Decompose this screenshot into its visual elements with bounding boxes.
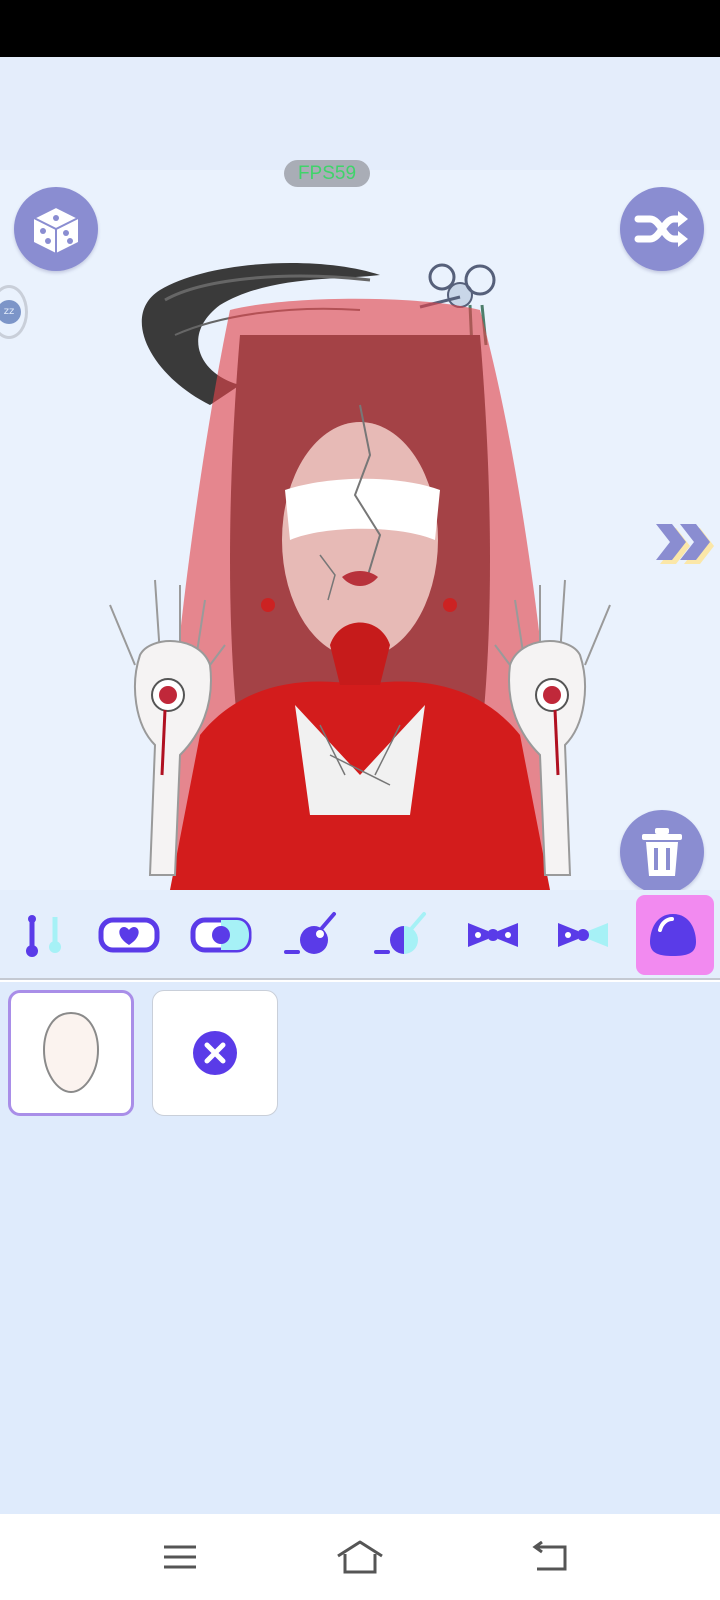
back-button[interactable] bbox=[520, 1534, 580, 1580]
back-icon bbox=[532, 1541, 567, 1571]
blob-icon bbox=[650, 914, 696, 956]
next-panel-icon[interactable] bbox=[650, 520, 714, 564]
tab-eye-shine[interactable] bbox=[270, 890, 352, 980]
drop-icon bbox=[284, 912, 336, 954]
face-outline-icon bbox=[42, 1011, 100, 1094]
status-bar bbox=[0, 0, 720, 57]
character-illustration bbox=[109, 263, 611, 890]
menu-button[interactable] bbox=[150, 1534, 210, 1580]
top-strip bbox=[0, 57, 720, 170]
none-option[interactable] bbox=[152, 990, 278, 1116]
tab-heart-blush[interactable] bbox=[88, 890, 170, 980]
lash-icon bbox=[26, 915, 61, 957]
random-dice-button[interactable] bbox=[14, 187, 98, 271]
home-button[interactable] bbox=[330, 1534, 390, 1580]
delete-button[interactable] bbox=[620, 810, 704, 894]
sleep-badge: zz bbox=[0, 300, 21, 324]
fps-counter: FPS59 bbox=[284, 160, 370, 187]
category-toolbar bbox=[0, 890, 720, 980]
tab-eyelash-pair[interactable] bbox=[0, 890, 82, 980]
heart-rect-icon bbox=[98, 917, 160, 953]
menu-icon bbox=[164, 1545, 196, 1569]
shuffle-icon bbox=[634, 211, 688, 247]
tab-split-blush[interactable] bbox=[180, 890, 262, 980]
tab-face-shape[interactable] bbox=[632, 890, 714, 980]
drop-split-icon bbox=[374, 912, 426, 954]
shuffle-button[interactable] bbox=[620, 187, 704, 271]
face-base-option[interactable] bbox=[8, 990, 134, 1116]
tab-bow-alt[interactable] bbox=[542, 890, 624, 980]
split-rect-icon bbox=[190, 917, 252, 953]
system-nav-bar bbox=[0, 1514, 720, 1600]
close-circle-icon bbox=[193, 1031, 237, 1075]
home-icon bbox=[337, 1540, 383, 1574]
trash-icon bbox=[642, 828, 682, 876]
bow-icon bbox=[468, 923, 518, 947]
option-panel bbox=[0, 982, 720, 1514]
dice-icon bbox=[31, 205, 81, 253]
tab-bow[interactable] bbox=[452, 890, 534, 980]
bow-split-icon bbox=[558, 923, 608, 947]
tab-eye-shine-alt[interactable] bbox=[360, 890, 442, 980]
